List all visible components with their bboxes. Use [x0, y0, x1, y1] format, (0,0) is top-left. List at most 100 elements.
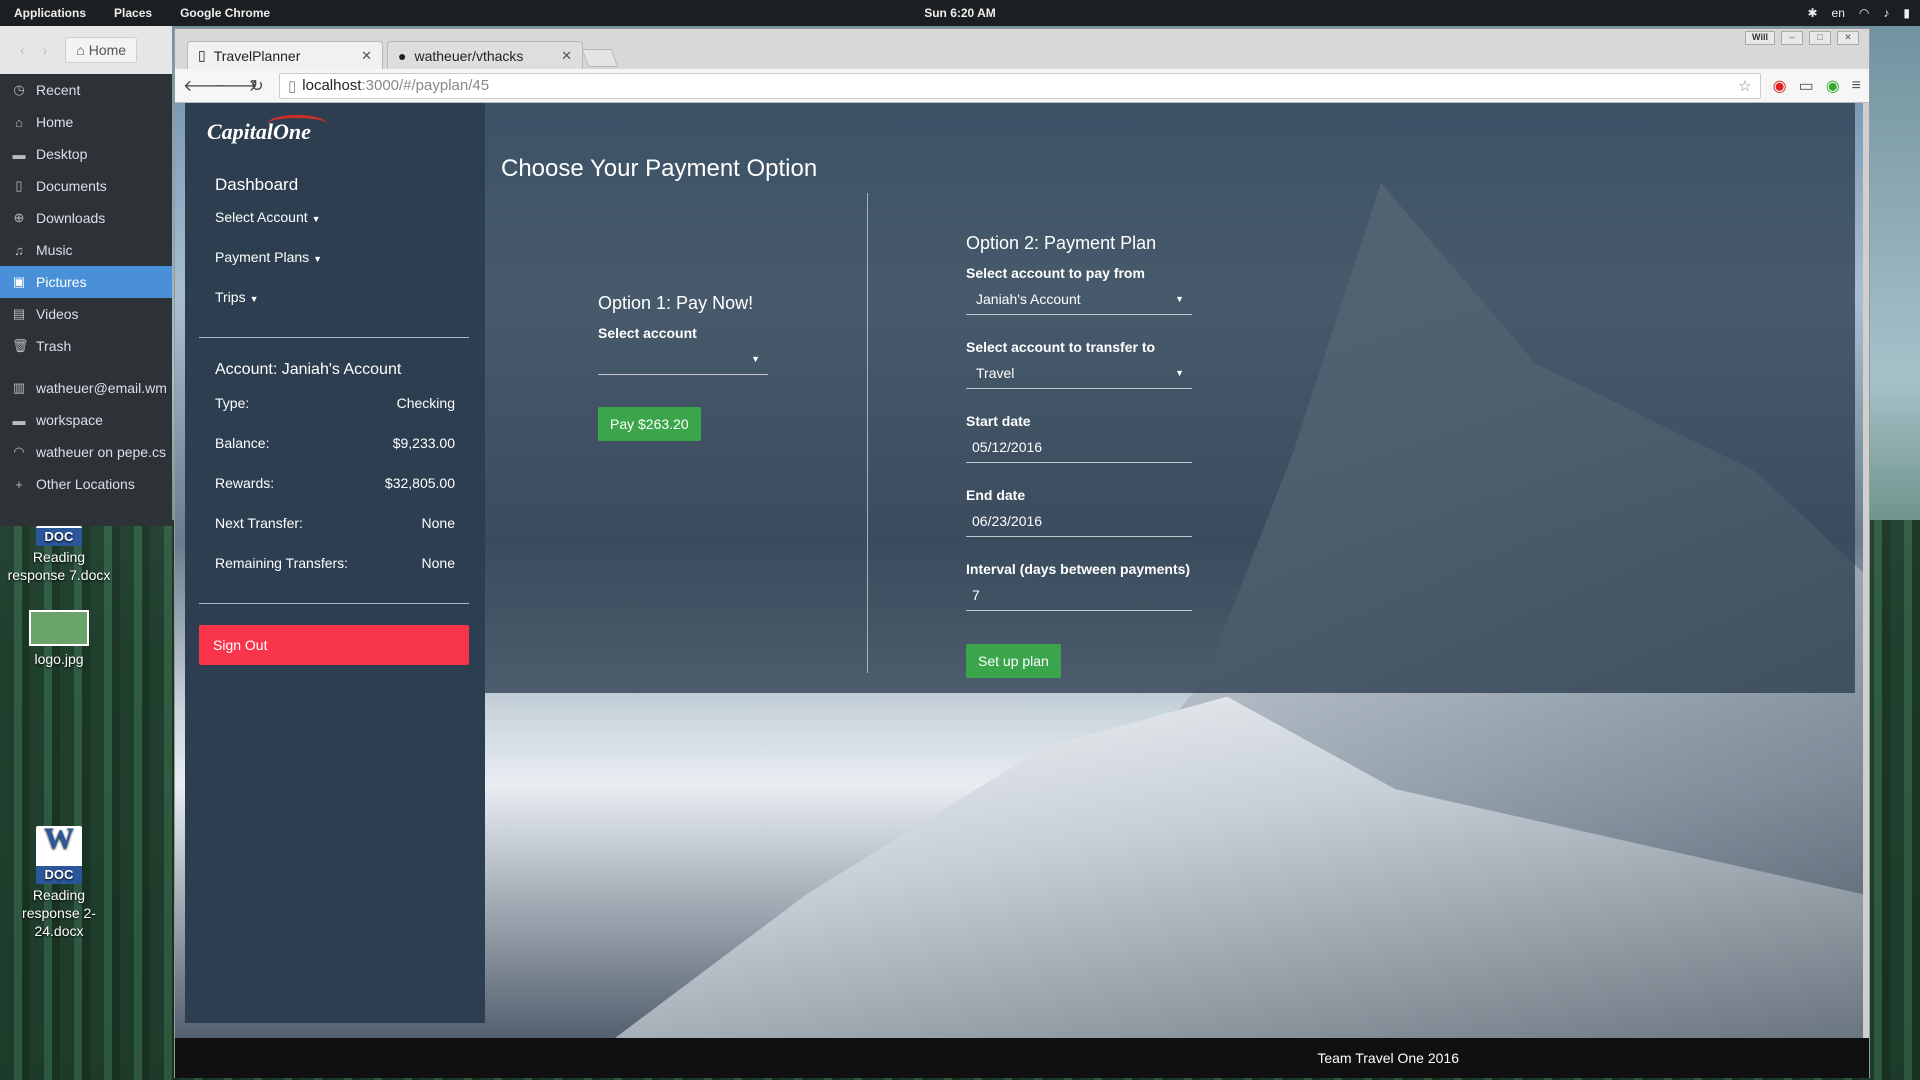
chrome-app-menu[interactable]: Google Chrome — [166, 6, 284, 20]
app-sidebar: CapitalOne Dashboard Select Account ▼ Pay… — [185, 103, 485, 1023]
gnome-top-bar: Applications Places Google Chrome Sun 6:… — [0, 0, 1920, 26]
close-window-icon[interactable]: ✕ — [1837, 31, 1859, 45]
sidebar-item-email-drive[interactable]: ▥ watheuer@email.wm — [0, 372, 172, 404]
forward-arrow-icon[interactable]: 🡒 — [215, 75, 258, 96]
address-bar[interactable]: ▯ localhost:3000/#/payplan/45 ☆ — [279, 72, 1761, 99]
pay-now-button[interactable]: Pay $263.20 — [598, 407, 701, 441]
payment-plans-dropdown[interactable]: Payment Plans ▼ — [215, 249, 322, 265]
dashboard-link[interactable]: Dashboard — [215, 175, 298, 195]
sidebar-item-trash[interactable]: 🗑 Trash — [0, 330, 172, 362]
transfer-to-select[interactable]: Travel ▼ — [966, 357, 1192, 389]
set-up-plan-button[interactable]: Set up plan — [966, 644, 1061, 678]
close-tab-icon[interactable]: ✕ — [361, 48, 372, 64]
back-arrow-icon[interactable]: 🡐 — [183, 75, 226, 96]
file-manager-sidebar: ‹ › ⌂ Home ◷ Recent ⌂ Home ▬ Desktop ▯ Docum… — [0, 26, 172, 526]
sidebar-item-network-share[interactable]: ◠ watheuer on pepe.cs — [0, 436, 172, 468]
applications-menu[interactable]: Applications — [0, 6, 100, 20]
desktop-file-logo-jpg[interactable]: logo.jpg — [4, 610, 114, 668]
plus-icon: + — [15, 476, 23, 492]
chrome-menu-icon[interactable]: ≡ — [1852, 77, 1861, 95]
start-date-input[interactable]: 05/12/2016 — [966, 431, 1192, 463]
sidebar-item-documents[interactable]: ▯ Documents — [0, 170, 172, 202]
language-indicator[interactable]: en — [1832, 6, 1845, 20]
page-viewport: CapitalOne Dashboard Select Account ▼ Pay… — [175, 103, 1869, 1078]
sidebar-item-label: Home — [36, 114, 74, 130]
bookmark-star-icon[interactable]: ☆ — [1738, 77, 1751, 95]
document-icon: ▯ — [15, 178, 23, 193]
sidebar-item-label: Music — [36, 242, 73, 258]
folder-icon: ▬ — [12, 146, 26, 162]
end-date-input[interactable]: 06/23/2016 — [966, 505, 1192, 537]
vertical-scrollbar[interactable] — [1863, 103, 1869, 1038]
video-icon: ▤ — [12, 306, 26, 321]
page-icon: ▯ — [288, 77, 297, 95]
account-type-row: Type: Checking — [215, 395, 455, 411]
sidebar-item-label: Trash — [36, 338, 72, 354]
sidebar-item-music[interactable]: ♫ Music — [0, 234, 172, 266]
drive-icon: ▥ — [12, 380, 26, 395]
home-path-button[interactable]: ⌂ Home — [65, 37, 138, 63]
home-icon: ⌂ — [15, 114, 23, 130]
payment-options-panel: Choose Your Payment Option Option 1: Pay… — [485, 103, 1855, 693]
desktop-file-reading-response-2-24[interactable]: W DOC Reading response 2-24.docx — [4, 824, 114, 940]
sidebar-item-recent[interactable]: ◷ Recent — [0, 74, 172, 106]
sidebar-divider — [199, 337, 469, 338]
reload-icon[interactable]: ↻ — [247, 76, 267, 96]
option1-account-select[interactable]: ▼ — [598, 343, 768, 375]
sidebar-item-label: Pictures — [36, 274, 87, 290]
wifi-icon[interactable]: ◠ — [1859, 6, 1869, 20]
sidebar-item-pictures[interactable]: ▣ Pictures — [0, 266, 172, 298]
word-doc-icon: W DOC — [36, 824, 82, 884]
new-tab-button[interactable] — [581, 49, 619, 67]
trips-dropdown[interactable]: Trips ▼ — [215, 289, 259, 305]
caret-down-icon: ▼ — [313, 254, 323, 264]
sidebar-item-home[interactable]: ⌂ Home — [0, 106, 172, 138]
battery-icon[interactable]: ▮ — [1903, 6, 1910, 20]
tab-github-vthacks[interactable]: ● watheuer/vthacks ✕ — [387, 41, 583, 69]
sidebar-item-desktop[interactable]: ▬ Desktop — [0, 138, 172, 170]
system-tray: ✱ en ◠ ♪ ▮ — [1807, 0, 1910, 26]
sidebar-item-downloads[interactable]: ⊕ Downloads — [0, 202, 172, 234]
sidebar-item-other-locations[interactable]: + Other Locations — [0, 468, 172, 500]
caret-down-icon: ▼ — [751, 353, 760, 364]
clock-icon: ◷ — [13, 82, 25, 97]
close-tab-icon[interactable]: ✕ — [561, 48, 572, 64]
volume-icon[interactable]: ♪ — [1883, 6, 1889, 20]
interval-input[interactable]: 7 — [966, 579, 1192, 611]
option1-title: Option 1: Pay Now! — [598, 293, 754, 313]
github-icon: ● — [398, 47, 407, 64]
back-arrow-icon[interactable]: ‹ — [20, 42, 25, 58]
account-rewards-row: Rewards: $32,805.00 — [215, 475, 455, 491]
url-path: :3000/#/payplan/45 — [361, 77, 490, 94]
doc-badge: DOC — [36, 866, 82, 884]
capital-one-logo[interactable]: CapitalOne — [207, 115, 327, 145]
green-extension-icon[interactable]: ◉ — [1826, 76, 1840, 96]
sidebar-item-label: Videos — [36, 306, 79, 322]
sidebar-item-workspace[interactable]: ▬ workspace — [0, 404, 172, 436]
select-account-dropdown[interactable]: Select Account ▼ — [215, 209, 321, 225]
caret-down-icon: ▼ — [311, 214, 321, 224]
profile-button[interactable]: Will — [1745, 31, 1775, 45]
sidebar-item-label: Desktop — [36, 146, 88, 162]
tab-strip: ▯ TravelPlanner ✕ ● watheuer/vthacks ✕ W… — [175, 29, 1869, 69]
chrome-window: ▯ TravelPlanner ✕ ● watheuer/vthacks ✕ W… — [174, 28, 1870, 1078]
option2-title: Option 2: Payment Plan — [966, 233, 1157, 253]
maximize-icon[interactable]: □ — [1809, 31, 1831, 45]
trash-icon: 🗑 — [12, 338, 29, 353]
minimize-icon[interactable]: – — [1781, 31, 1803, 45]
music-icon: ♫ — [14, 242, 24, 258]
cast-icon[interactable]: ▭ — [1799, 76, 1814, 96]
settings-gear-icon[interactable]: ✱ — [1807, 6, 1817, 20]
places-menu[interactable]: Places — [100, 6, 166, 20]
transfer-to-label: Select account to transfer to — [966, 339, 1156, 355]
pay-from-select[interactable]: Janiah's Account ▼ — [966, 283, 1192, 315]
tab-travelplanner[interactable]: ▯ TravelPlanner ✕ — [187, 41, 383, 69]
sign-out-button[interactable]: Sign Out — [199, 625, 469, 665]
tab-title: TravelPlanner — [213, 47, 301, 64]
sidebar-item-videos[interactable]: ▤ Videos — [0, 298, 172, 330]
forward-arrow-icon[interactable]: › — [43, 42, 48, 58]
url-host: localhost — [302, 77, 362, 94]
clock[interactable]: Sun 6:20 AM — [0, 6, 1920, 20]
opera-extension-icon[interactable]: ◉ — [1773, 76, 1787, 96]
desktop-file-reading-response-7[interactable]: DOC Reading response 7.docx — [4, 526, 114, 584]
